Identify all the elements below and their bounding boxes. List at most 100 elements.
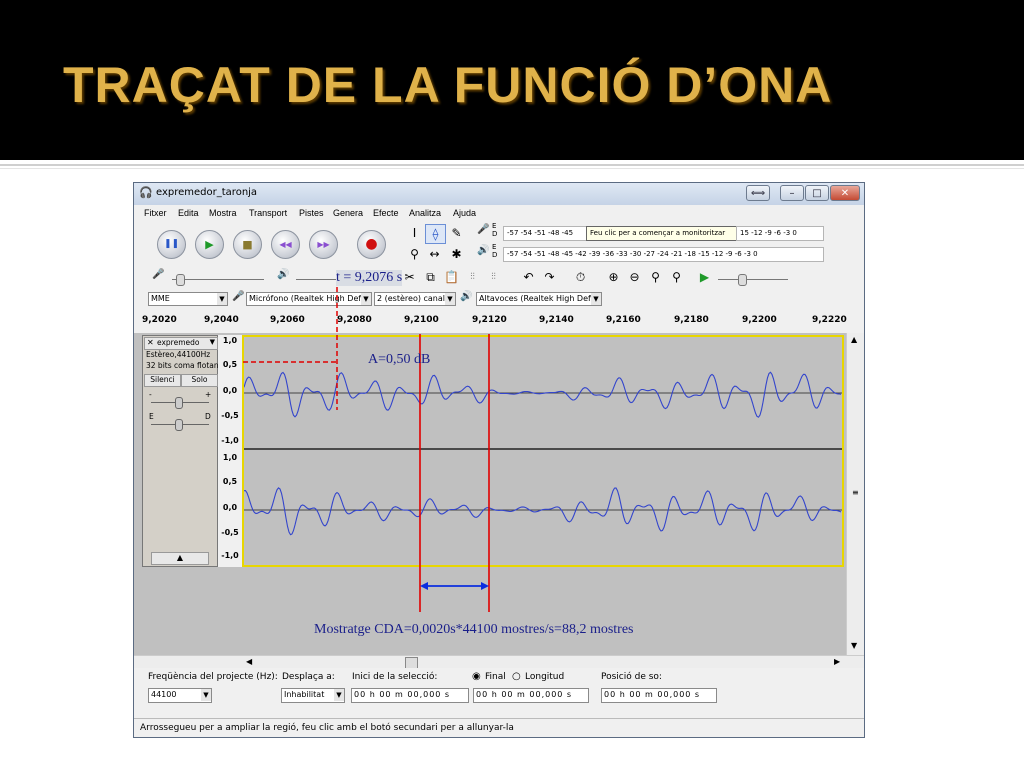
snap-select[interactable]: Inhabilitat ▼	[281, 688, 345, 703]
zoom-in-icon[interactable]: ⊕	[604, 268, 623, 286]
collapse-track-button[interactable]: ▲	[151, 552, 209, 565]
vertical-scrollbar[interactable]: ▲ ≡ ▼	[846, 333, 864, 657]
draw-tool-icon[interactable]: ✎	[447, 224, 466, 242]
ruler-tick: 9,2200	[742, 315, 777, 325]
status-text: Arrossegueu per a ampliar la regió, feu …	[140, 723, 514, 733]
scroll-down-icon[interactable]: ▼	[851, 641, 857, 650]
waveform-svg	[244, 371, 842, 536]
length-radio[interactable]: ○	[512, 671, 521, 682]
zoom-out-icon[interactable]: ⊖	[625, 268, 644, 286]
record-meter-scale-end[interactable]: 15 -12 -9 -6 -3 0	[736, 226, 824, 241]
host-value: MME	[151, 294, 170, 303]
chevron-down-icon: ▼	[217, 293, 227, 305]
selection-start-label: Inici de la selecció:	[352, 672, 438, 682]
host-select[interactable]: MME ▼	[148, 292, 228, 306]
audio-position-field[interactable]: 00 h 00 m 00,000 s	[601, 688, 717, 703]
selection-tool-icon[interactable]: I	[405, 224, 424, 242]
mic-device-icon: 🎤	[232, 291, 245, 302]
ruler-tick: 9,2040	[204, 315, 239, 325]
selection-end-value: 00 h 00 m 00,000 s	[476, 690, 573, 699]
slider-thumb[interactable]	[175, 397, 183, 409]
menu-analitza[interactable]: Analitza	[409, 208, 441, 218]
input-volume-slider[interactable]	[172, 279, 264, 280]
menu-mostra[interactable]: Mostra	[209, 208, 237, 218]
time-annotation: t = 9,2076 s	[336, 270, 403, 286]
slider-thumb[interactable]	[738, 274, 747, 286]
play-meter-channels: E D	[492, 243, 498, 259]
zoom-tool-icon[interactable]: ⚲	[405, 245, 424, 263]
timeline-ruler[interactable]: 9,2020 9,2040 9,2060 9,2080 9,2100 9,212…	[134, 311, 864, 334]
project-rate-select[interactable]: 44100 ▼	[148, 688, 212, 703]
slider-thumb[interactable]	[176, 274, 185, 286]
fit-selection-icon[interactable]: ⚲	[646, 268, 665, 286]
menu-ajuda[interactable]: Ajuda	[453, 208, 476, 218]
solo-button[interactable]: Solo	[181, 374, 218, 387]
menu-efecte[interactable]: Efecte	[373, 208, 399, 218]
silence-icon[interactable]: ⫶⫶	[484, 268, 503, 286]
maximize-button[interactable]: □	[805, 185, 829, 201]
multi-tool-icon[interactable]: ✱	[447, 245, 466, 263]
skip-start-button[interactable]: ◀◀	[271, 230, 300, 259]
play-button[interactable]: ▶	[195, 230, 224, 259]
fit-project-icon[interactable]: ⚲	[667, 268, 686, 286]
final-radio[interactable]: ◉	[472, 671, 481, 682]
status-bar: Arrossegueu per a ampliar la regió, feu …	[134, 718, 864, 737]
paste-icon[interactable]: 📋	[442, 268, 461, 286]
scroll-grip-icon[interactable]: ≡	[852, 488, 859, 497]
ruler-tick: 9,2020	[142, 315, 177, 325]
redo-icon[interactable]: ↷	[540, 268, 559, 286]
channels-select[interactable]: 2 (estèreo) canal ▼	[374, 292, 456, 306]
ruler-tick: 9,2120	[472, 315, 507, 325]
amp-label: 0,5	[222, 360, 238, 369]
record-meter-scale[interactable]: -57 -54 -51 -48 -45	[503, 226, 587, 241]
silence-button[interactable]: Silenci	[144, 374, 181, 387]
trim-icon[interactable]: ⫶⫶	[463, 268, 482, 286]
restore-button[interactable]: ⟺	[746, 185, 770, 201]
skip-end-button[interactable]: ▶▶	[309, 230, 338, 259]
stop-button[interactable]: ■	[233, 230, 262, 259]
record-icon: ●	[365, 236, 378, 252]
length-label: Longitud	[525, 672, 565, 682]
copy-icon[interactable]: ⧉	[421, 268, 440, 286]
record-button[interactable]: ●	[357, 230, 386, 259]
pan-left-label: E	[149, 412, 154, 421]
speaker-device-select[interactable]: Altavoces (Realtek High Defin ▼	[476, 292, 602, 306]
pause-button[interactable]: ❚❚	[157, 230, 186, 259]
track-control-panel: ✕ expremedo ▼ Estèreo,44100Hz 32 bits co…	[142, 335, 219, 567]
slide-title: TRAÇAT DE LA FUNCIÓ D’ONA	[63, 57, 833, 113]
scroll-left-icon[interactable]: ◀	[246, 657, 252, 666]
mic-meter-icon: 🎤	[477, 224, 490, 235]
menu-fitxer[interactable]: Fitxer	[144, 208, 167, 218]
minimize-button[interactable]: –	[780, 185, 804, 201]
close-button[interactable]: ✕	[830, 185, 860, 201]
selection-end-field[interactable]: 00 h 00 m 00,000 s	[473, 688, 589, 703]
play-speed-slider[interactable]	[718, 279, 788, 280]
close-icon[interactable]: ✕	[147, 338, 154, 347]
cut-icon[interactable]: ✂	[400, 268, 419, 286]
selection-start-value: 00 h 00 m 00,000 s	[354, 690, 451, 699]
slider-thumb[interactable]	[175, 419, 183, 431]
selection-start-field[interactable]: 00 h 00 m 00,000 s	[351, 688, 469, 703]
chevron-down-icon: ▼	[361, 293, 371, 305]
envelope-tool-icon[interactable]: ⟠	[425, 224, 446, 244]
amp-label: -0,5	[221, 411, 239, 420]
track-name-menu[interactable]: ✕ expremedo ▼	[144, 337, 218, 350]
ruler-tick: 9,2180	[674, 315, 709, 325]
waveform-panel[interactable]	[242, 335, 844, 567]
play-meter-scale[interactable]: -57 -54 -51 -48 -45 -42 -39 -36 -33 -30 …	[503, 247, 824, 262]
undo-icon[interactable]: ↶	[519, 268, 538, 286]
menu-edita[interactable]: Edita	[178, 208, 199, 218]
speaker-meter-icon: 🔊	[477, 245, 490, 256]
timeshift-tool-icon[interactable]: ↔	[425, 245, 444, 263]
amplitude-annotation: A=0,50 dB	[368, 352, 431, 367]
mic-device-select[interactable]: Micrófono (Realtek High Defi ▼	[246, 292, 372, 306]
scroll-right-icon[interactable]: ▶	[834, 657, 840, 666]
horizontal-scrollbar[interactable]: ◀ ▶	[134, 655, 864, 669]
sync-lock-icon[interactable]: ⏱	[571, 268, 590, 286]
menu-transport[interactable]: Transport	[249, 208, 287, 218]
chevron-down-icon: ▼	[209, 338, 215, 346]
menu-genera[interactable]: Genera	[333, 208, 363, 218]
play-at-speed-icon[interactable]: ▶	[695, 268, 714, 286]
scroll-up-icon[interactable]: ▲	[851, 335, 857, 344]
menu-pistes[interactable]: Pistes	[299, 208, 324, 218]
